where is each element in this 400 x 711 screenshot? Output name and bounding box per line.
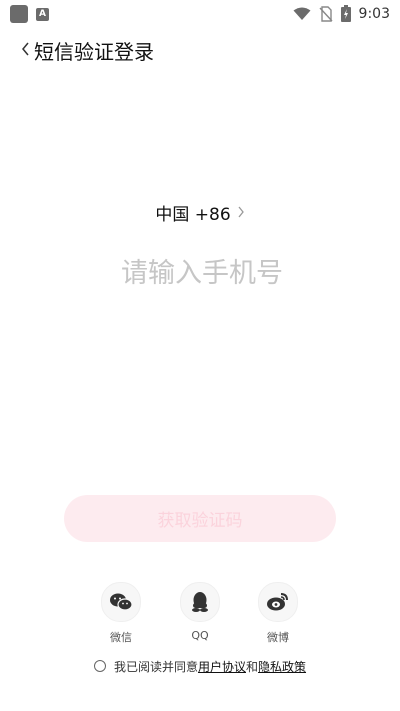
social-item-weibo[interactable]: 微博 bbox=[248, 582, 308, 645]
social-item-wechat[interactable]: 微信 bbox=[91, 582, 151, 645]
social-label-wechat: 微信 bbox=[110, 631, 132, 644]
social-login: 微信 QQ 微博 bbox=[0, 582, 400, 645]
agreement-checkbox[interactable] bbox=[93, 660, 106, 672]
agreement-text: 我已阅读并同意用户协议和隐私政策 bbox=[114, 658, 306, 675]
country-code-label: 中国 +86 bbox=[155, 204, 231, 225]
user-agreement-link[interactable]: 用户协议 bbox=[198, 660, 246, 674]
no-sim-icon bbox=[319, 5, 333, 22]
agreement-row: 我已阅读并同意用户协议和隐私政策 bbox=[0, 656, 400, 676]
status-bar-right: 9:03 bbox=[293, 5, 390, 22]
status-time: 9:03 bbox=[358, 5, 390, 22]
app-square-icon bbox=[10, 5, 28, 23]
a-badge-icon: A bbox=[36, 7, 49, 21]
battery-charging-icon bbox=[340, 5, 351, 22]
get-code-button[interactable]: 获取验证码 bbox=[64, 495, 336, 542]
chevron-right-icon bbox=[237, 206, 245, 218]
status-bar-left: A bbox=[10, 5, 49, 23]
wifi-icon bbox=[293, 7, 311, 21]
wechat-button[interactable] bbox=[101, 582, 141, 622]
qq-button[interactable] bbox=[180, 582, 220, 622]
header: 短信验证登录 bbox=[0, 34, 400, 64]
agreement-and: 和 bbox=[246, 659, 259, 674]
phone-input-wrapper bbox=[40, 248, 364, 298]
weibo-button[interactable] bbox=[258, 582, 298, 622]
back-button[interactable] bbox=[16, 36, 34, 62]
wechat-icon bbox=[109, 592, 133, 612]
agreement-prefix: 我已阅读并同意 bbox=[113, 659, 198, 674]
phone-input[interactable] bbox=[40, 248, 364, 298]
status-bar: A 9:03 bbox=[0, 0, 400, 28]
social-label-qq: QQ bbox=[191, 629, 209, 642]
country-code-selector[interactable]: 中国 +86 bbox=[0, 198, 400, 226]
social-item-qq[interactable]: QQ bbox=[170, 582, 230, 642]
privacy-policy-link[interactable]: 隐私政策 bbox=[258, 660, 306, 674]
chevron-left-icon bbox=[21, 42, 30, 56]
weibo-icon bbox=[266, 592, 290, 612]
page-title: 短信验证登录 bbox=[34, 40, 154, 64]
qq-icon bbox=[190, 591, 210, 613]
social-label-weibo: 微博 bbox=[267, 631, 289, 644]
